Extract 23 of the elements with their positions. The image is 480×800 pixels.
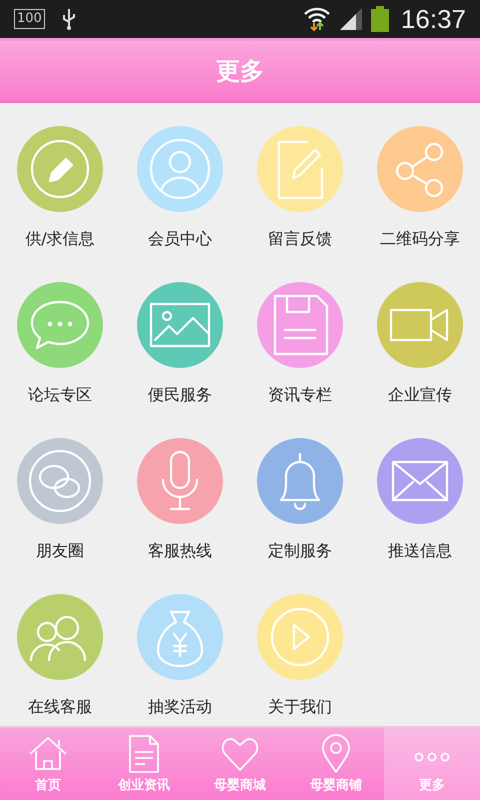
menu-tile[interactable]: 朋友圈 [10,438,110,568]
menu-tile[interactable]: 供/求信息 [10,126,110,256]
usb-icon [60,8,77,30]
menu-tile[interactable]: 推送信息 [370,438,470,568]
menu-tile[interactable]: 关于我们 [250,594,350,724]
clock-time: 16:37 [400,4,466,34]
battery-icon [370,6,389,32]
signal-icon [338,7,363,31]
menu-tile[interactable]: 客服热线 [130,438,230,568]
menu-tile[interactable]: 在线客服 [10,594,110,724]
more-icon [412,752,452,762]
menu-tile[interactable]: 二维码分享 [370,126,470,256]
wifi-icon [302,6,331,32]
page-title: 更多 [216,56,264,87]
menu-tile[interactable]: 企业宣传 [370,282,470,412]
menu-tile[interactable]: 定制服务 [250,438,350,568]
menu-tile[interactable]: 抽奖活动 [130,594,230,724]
battery-level-badge: 100 [14,9,45,29]
menu-tile[interactable]: 论坛专区 [10,282,110,412]
menu-tile[interactable]: 资讯专栏 [250,282,350,412]
menu-tile[interactable]: 留言反馈 [250,126,350,256]
menu-tile[interactable]: 便民服务 [130,282,230,412]
menu-tile[interactable]: 会员中心 [130,126,230,256]
